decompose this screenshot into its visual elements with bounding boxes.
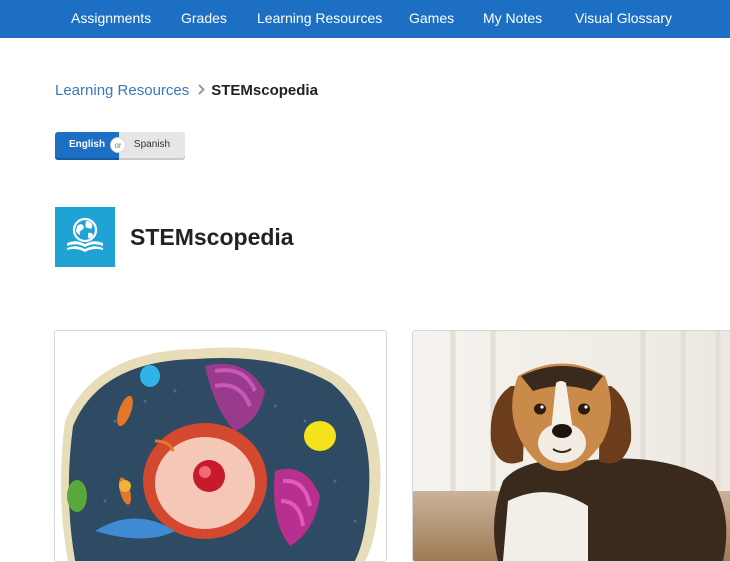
animal-cell-image xyxy=(55,331,386,561)
breadcrumb-current: STEMscopedia xyxy=(211,82,318,99)
page-title: STEMscopedia xyxy=(130,224,294,250)
breadcrumb: Learning Resources STEMscopedia xyxy=(55,81,318,101)
or-separator: or xyxy=(110,137,126,153)
chevron-right-icon xyxy=(198,81,206,101)
breadcrumb-link-learning-resources[interactable]: Learning Resources xyxy=(55,82,189,99)
top-nav: Assignments Grades Learning Resources Ga… xyxy=(0,0,730,38)
nav-item-grades[interactable]: Grades xyxy=(181,0,227,38)
nav-item-visual-glossary[interactable]: Visual Glossary xyxy=(575,0,672,38)
globe-book-icon xyxy=(55,207,115,267)
nav-item-learning-resources[interactable]: Learning Resources xyxy=(257,0,382,38)
nav-item-my-notes[interactable]: My Notes xyxy=(483,0,542,38)
nav-item-assignments[interactable]: Assignments xyxy=(71,0,151,38)
resource-card[interactable] xyxy=(412,330,730,562)
beagle-dog-image xyxy=(413,331,730,561)
language-toggle: English Spanish or xyxy=(55,132,185,160)
resource-card[interactable] xyxy=(54,330,387,562)
spanish-button[interactable]: Spanish xyxy=(119,132,185,160)
nav-item-games[interactable]: Games xyxy=(409,0,454,38)
